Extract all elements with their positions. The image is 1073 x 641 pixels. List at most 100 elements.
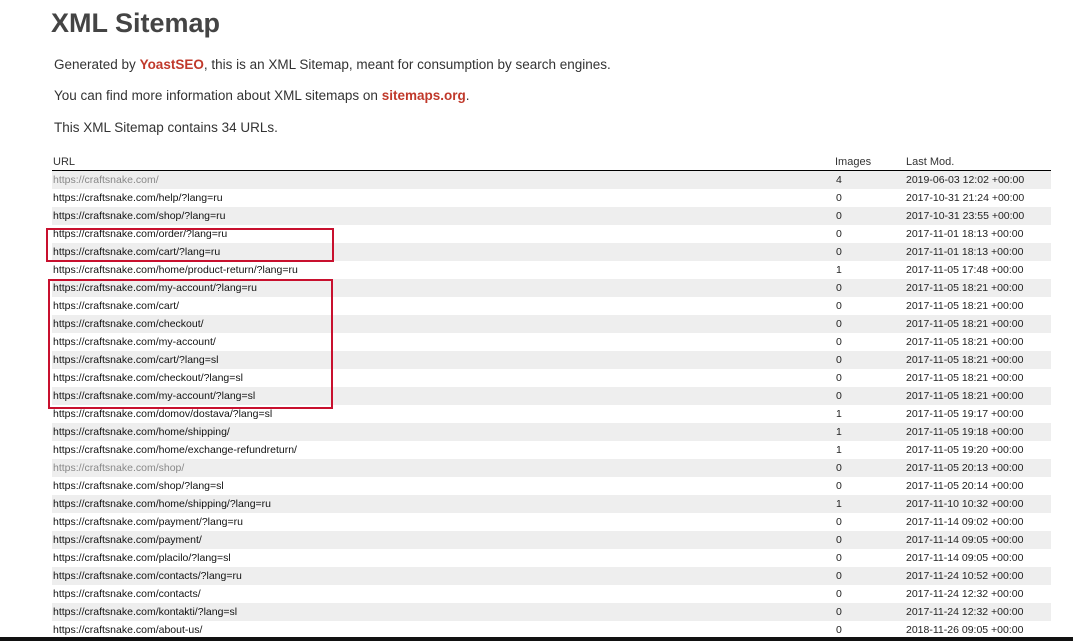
table-row: https://craftsnake.com/cart/?lang=ru 0 201… xyxy=(52,243,1051,261)
table-row: https://craftsnake.com/shop/0 2017-11-05 … xyxy=(52,459,1051,477)
image-count: 0 xyxy=(836,588,842,600)
url-link[interactable]: https://craftsnake.com/home/shipping/?la… xyxy=(52,495,834,513)
intro-text: Generated by xyxy=(54,57,140,72)
url-link[interactable]: https://craftsnake.com/cart/?lang=ru xyxy=(52,243,834,261)
table-row: https://craftsnake.com/kontakti/?lang=sl… xyxy=(52,603,1051,621)
url-link[interactable]: https://craftsnake.com/order/?lang=ru xyxy=(52,225,834,243)
url-link[interactable]: https://craftsnake.com/help/?lang=ru xyxy=(52,189,834,207)
last-modified: 2017-11-05 18:21 +00:00 xyxy=(905,387,1051,405)
table-row: https://craftsnake.com/home/shipping/?la… xyxy=(52,495,1051,513)
last-modified: 2017-11-05 18:21 +00:00 xyxy=(906,372,1024,384)
url-link[interactable]: https://craftsnake.com/home/exchange-ref… xyxy=(52,441,834,459)
table-row: https://craftsnake.com/home/shipping/1 20… xyxy=(52,423,1051,441)
table-row: https://craftsnake.com/my-account/?lang=… xyxy=(52,279,1051,297)
header-images: Images xyxy=(834,154,905,171)
image-count: 0 xyxy=(836,192,842,204)
table-row: https://craftsnake.com/shop/?lang=sl 0 201… xyxy=(52,477,1051,495)
last-modified: 2017-11-05 18:21 +00:00 xyxy=(906,300,1024,312)
last-modified: 2017-11-14 09:05 +00:00 xyxy=(906,552,1024,564)
table-row: https://craftsnake.com/help/?lang=ru 0 201… xyxy=(52,189,1051,207)
url-link[interactable]: https://craftsnake.com/payment/?lang=ru xyxy=(52,513,834,531)
url-link[interactable]: https://craftsnake.com/ xyxy=(52,170,834,189)
image-count: 1 xyxy=(836,408,842,420)
last-modified: 2017-11-05 19:20 +00:00 xyxy=(906,444,1024,456)
table-row: https://craftsnake.com/checkout/0 2017-11… xyxy=(52,315,1051,333)
image-count: 1 xyxy=(836,264,842,276)
table-row: https://craftsnake.com/contacts/?lang=ru… xyxy=(52,567,1051,585)
image-count: 0 xyxy=(836,552,842,564)
table-row: https://craftsnake.com/home/exchange-ref… xyxy=(52,441,1051,459)
image-count: 0 xyxy=(834,603,905,621)
image-count: 0 xyxy=(836,300,842,312)
sitemap-table: URL Images Last Mod. https://craftsnake.… xyxy=(52,154,1051,639)
last-modified: 2017-11-01 18:13 +00:00 xyxy=(906,228,1024,240)
table-row: https://craftsnake.com/order/?lang=ru 0 20… xyxy=(52,225,1051,243)
url-link[interactable]: https://craftsnake.com/my-account/?lang=… xyxy=(52,387,834,405)
url-link[interactable]: https://craftsnake.com/my-account/ xyxy=(52,333,834,351)
url-count-text: This XML Sitemap contains 34 URLs. xyxy=(54,120,278,135)
image-count: 0 xyxy=(834,459,905,477)
intro-generated-by: Generated by YoastSEO, this is an XML Si… xyxy=(54,57,611,73)
last-modified: 2017-11-14 09:05 +00:00 xyxy=(905,531,1051,549)
last-modified: 2017-11-10 10:32 +00:00 xyxy=(905,495,1051,513)
last-modified: 2017-11-24 12:32 +00:00 xyxy=(905,603,1051,621)
image-count: 0 xyxy=(836,336,842,348)
last-modified: 2017-11-05 19:18 +00:00 xyxy=(905,423,1051,441)
table-body: https://craftsnake.com/4 2019-06-03 12:02… xyxy=(52,170,1051,640)
image-count: 0 xyxy=(834,207,905,225)
table-row: https://craftsnake.com/my-account/?lang=… xyxy=(52,387,1051,405)
image-count: 0 xyxy=(834,531,905,549)
url-link[interactable]: https://craftsnake.com/contacts/?lang=ru xyxy=(52,567,834,585)
image-count: 4 xyxy=(834,170,905,189)
image-count: 0 xyxy=(834,279,905,297)
last-modified: 2017-11-24 10:52 +00:00 xyxy=(905,567,1051,585)
header-last-mod: Last Mod. xyxy=(905,154,1051,171)
url-link[interactable]: https://craftsnake.com/contacts/ xyxy=(52,585,834,603)
intro-more-info: You can find more information about XML … xyxy=(54,88,469,104)
url-link[interactable]: https://craftsnake.com/home/shipping/ xyxy=(52,423,834,441)
url-link[interactable]: https://craftsnake.com/shop/?lang=sl xyxy=(52,477,834,495)
url-link[interactable]: https://craftsnake.com/placilo/?lang=sl xyxy=(52,549,834,567)
last-modified: 2017-11-01 18:13 +00:00 xyxy=(905,243,1051,261)
intro-text: . xyxy=(465,88,470,103)
intro-text: You can find more information about XML … xyxy=(54,88,382,103)
url-link[interactable]: https://craftsnake.com/payment/ xyxy=(52,531,834,549)
table-row: https://craftsnake.com/shop/?lang=ru 0 201… xyxy=(52,207,1051,225)
last-modified: 2017-11-14 09:02 +00:00 xyxy=(906,516,1024,528)
header-url: URL xyxy=(52,154,834,171)
url-link[interactable]: https://craftsnake.com/my-account/?lang=… xyxy=(52,279,834,297)
last-modified: 2017-11-05 17:48 +00:00 xyxy=(906,264,1024,276)
last-modified: 2017-10-31 21:24 +00:00 xyxy=(906,192,1025,204)
url-link[interactable]: https://craftsnake.com/checkout/ xyxy=(52,315,834,333)
url-link[interactable]: https://craftsnake.com/domov/dostava/?la… xyxy=(52,405,834,423)
last-modified: 2017-11-05 19:17 +00:00 xyxy=(906,408,1024,420)
url-link[interactable]: https://craftsnake.com/cart/ xyxy=(52,297,834,315)
last-modified: 2017-11-05 18:21 +00:00 xyxy=(905,279,1051,297)
url-link[interactable]: https://craftsnake.com/shop/?lang=ru xyxy=(52,207,834,225)
last-modified: 2017-11-05 18:21 +00:00 xyxy=(905,351,1051,369)
url-link[interactable]: https://craftsnake.com/kontakti/?lang=sl xyxy=(52,603,834,621)
last-modified: 2017-11-05 18:21 +00:00 xyxy=(905,315,1051,333)
table-row: https://craftsnake.com/cart/?lang=sl 0 201… xyxy=(52,351,1051,369)
image-count: 0 xyxy=(836,228,842,240)
last-modified: 2017-10-31 23:55 +00:00 xyxy=(905,207,1051,225)
last-modified: 2017-11-05 18:21 +00:00 xyxy=(906,336,1024,348)
image-count: 0 xyxy=(836,480,842,492)
sitemaps-org-link[interactable]: sitemaps.org xyxy=(382,88,466,103)
table-row: https://craftsnake.com/my-account/0 2017-… xyxy=(52,333,1051,351)
image-count: 0 xyxy=(834,351,905,369)
yoastseo-link[interactable]: YoastSEO xyxy=(140,57,204,72)
url-link[interactable]: https://craftsnake.com/home/product-retu… xyxy=(52,261,834,279)
table-row: https://craftsnake.com/payment/?lang=ru 0… xyxy=(52,513,1051,531)
url-link[interactable]: https://craftsnake.com/cart/?lang=sl xyxy=(52,351,834,369)
table-row: https://craftsnake.com/cart/0 2017-11-05 … xyxy=(52,297,1051,315)
image-count: 1 xyxy=(836,444,842,456)
url-link[interactable]: https://craftsnake.com/checkout/?lang=sl xyxy=(52,369,834,387)
url-link[interactable]: https://craftsnake.com/shop/ xyxy=(52,459,834,477)
table-row: https://craftsnake.com/4 2019-06-03 12:02… xyxy=(52,170,1051,189)
page-title: XML Sitemap xyxy=(51,8,221,38)
last-modified: 2017-11-05 20:13 +00:00 xyxy=(905,459,1051,477)
image-count: 0 xyxy=(836,516,842,528)
bottom-edge-bar xyxy=(0,637,1073,641)
table-row: https://craftsnake.com/checkout/?lang=sl… xyxy=(52,369,1051,387)
